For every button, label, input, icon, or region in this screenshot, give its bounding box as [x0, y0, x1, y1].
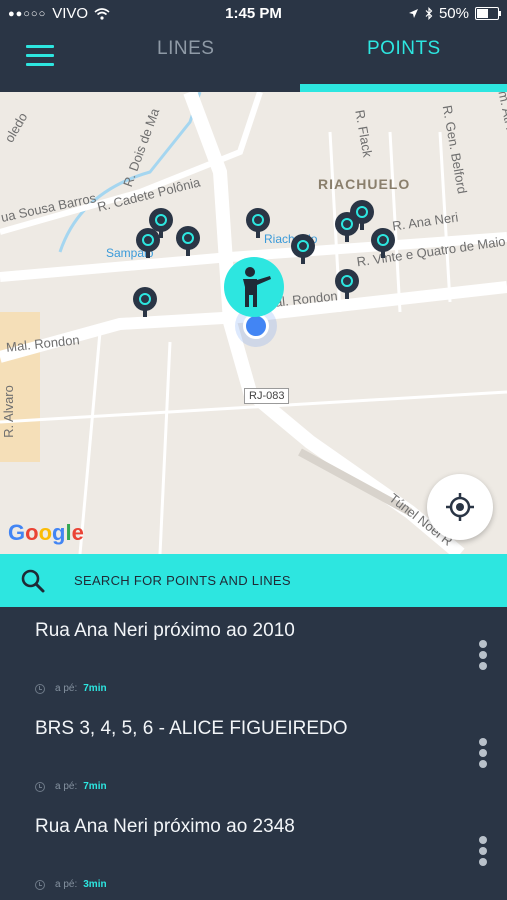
bus-stop-pin[interactable] [335, 269, 359, 299]
walk-label: a pé: [55, 781, 78, 792]
walking-person-icon[interactable] [224, 257, 284, 317]
crosshair-icon [446, 493, 474, 521]
list-item[interactable]: Rua Ana Neri próximo ao 2010 a pé: 7min [0, 607, 507, 705]
tab-points[interactable]: POINTS [367, 38, 441, 60]
bluetooth-icon [425, 7, 433, 20]
clock-icon [35, 879, 45, 890]
search-icon [21, 569, 45, 593]
point-name: BRS 3, 4, 5, 6 - ALICE FIGUEIREDO [35, 718, 348, 739]
walk-time: 7min [83, 781, 107, 792]
point-name: Rua Ana Neri próximo ao 2010 [35, 620, 295, 641]
neighborhood-label: RIACHUELO [318, 176, 411, 192]
google-logo: Google [8, 520, 84, 545]
locate-me-button[interactable] [427, 474, 493, 540]
tab-lines[interactable]: LINES [157, 38, 214, 60]
map-view[interactable]: oledo R. Dois de Ma ua Sousa Barros R. C… [0, 92, 507, 554]
bus-stop-pin[interactable] [133, 287, 157, 317]
location-arrow-icon [408, 9, 418, 18]
bus-stop-pin[interactable] [246, 208, 270, 238]
road-sign: RJ-083 [244, 388, 290, 404]
more-options-icon[interactable] [476, 738, 490, 772]
bus-stop-pin[interactable] [291, 234, 315, 264]
search-bar[interactable]: SEARCH FOR POINTS AND LINES [0, 554, 507, 607]
bus-stop-pin[interactable] [371, 228, 395, 258]
walk-label: a pé: [55, 879, 78, 890]
walk-time: 3min [83, 879, 107, 890]
point-name: Rua Ana Neri próximo ao 2348 [35, 816, 295, 837]
list-item[interactable]: BRS 3, 4, 5, 6 - ALICE FIGUEIREDO a pé: … [0, 705, 507, 803]
battery-percent: 50% [438, 5, 469, 22]
search-input[interactable]: SEARCH FOR POINTS AND LINES [74, 573, 291, 588]
clock-icon [35, 683, 45, 694]
bus-stop-pin[interactable] [176, 226, 200, 256]
hamburger-menu-icon[interactable] [26, 45, 54, 67]
bus-stop-pin[interactable] [350, 200, 374, 230]
more-options-icon[interactable] [476, 640, 490, 674]
bus-stop-pin[interactable] [136, 228, 160, 258]
status-bar: ●●○○○ VIVO 1:45 PM 50% [0, 0, 507, 28]
list-item[interactable]: Rua Ana Neri próximo ao 2348 a pé: 3min [0, 803, 507, 900]
battery-icon [475, 7, 501, 20]
more-options-icon[interactable] [476, 836, 490, 870]
points-list: Rua Ana Neri próximo ao 2010 a pé: 7min … [0, 607, 507, 900]
walk-time: 7min [83, 683, 107, 694]
top-nav: LINES POINTS [0, 28, 507, 92]
walk-label: a pé: [55, 683, 78, 694]
clock-icon [35, 781, 45, 792]
street-label: R. Alvaro [0, 385, 16, 438]
active-tab-indicator [300, 84, 507, 92]
